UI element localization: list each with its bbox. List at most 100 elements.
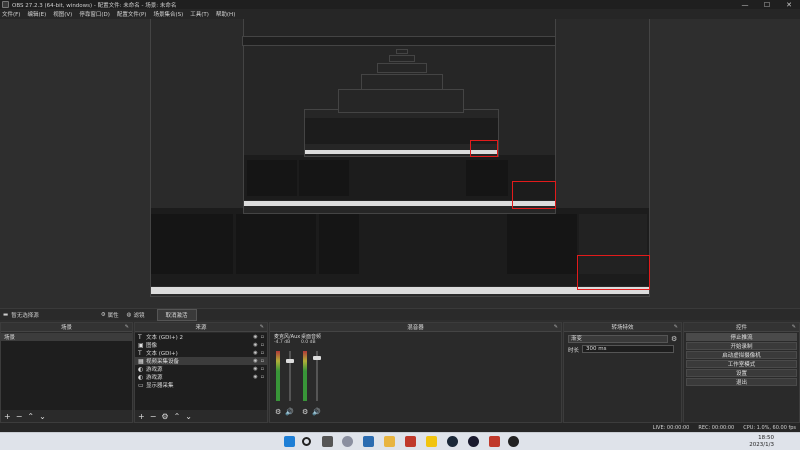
menu-tools[interactable]: 工具(T) bbox=[190, 10, 209, 18]
source-item[interactable]: ◐ 游戏源 ◉ ▫ bbox=[135, 373, 267, 382]
menu-docks[interactable]: 停靠窗口(D) bbox=[79, 10, 110, 18]
dock-float-icon[interactable]: ✎ bbox=[260, 324, 264, 330]
text-icon: T bbox=[138, 333, 142, 341]
remove-icon[interactable]: − bbox=[150, 412, 157, 421]
search-icon[interactable] bbox=[302, 437, 311, 446]
live-status: LIVE: 00:00:00 bbox=[652, 424, 690, 431]
app-icon[interactable] bbox=[342, 436, 353, 447]
lock-icon[interactable]: ▫ bbox=[261, 334, 264, 340]
eye-icon[interactable]: ◉ bbox=[253, 366, 257, 372]
gear-icon[interactable]: ⚙ bbox=[161, 412, 168, 421]
obs-icon[interactable] bbox=[508, 436, 519, 447]
move-down-icon[interactable]: ⌄ bbox=[39, 412, 46, 421]
lock-icon[interactable]: ▫ bbox=[261, 342, 264, 348]
dock-float-icon[interactable]: ✎ bbox=[125, 324, 129, 330]
context-bar: ▬ 暂无选择源 ⚙ 属性 ◍ 滤镜 取消激活 bbox=[0, 308, 800, 321]
source-item[interactable]: ◐ 游戏源 ◉ ▫ bbox=[135, 365, 267, 374]
start-recording-button[interactable]: 开始录制 bbox=[686, 342, 797, 350]
source-item[interactable]: T 文本 (GDI+) 2 ◉ ▫ bbox=[135, 333, 267, 342]
speaker-icon[interactable]: 🔊 bbox=[285, 408, 294, 416]
add-icon[interactable]: + bbox=[138, 412, 145, 421]
menu-view[interactable]: 视图(V) bbox=[53, 10, 72, 18]
transitions-header: 转场特效 ✎ bbox=[564, 323, 681, 332]
fader-knob[interactable] bbox=[313, 355, 321, 360]
status-bar: LIVE: 00:00:00 REC: 00:00:00 CPU: 1.0%, … bbox=[0, 423, 800, 432]
app-icon[interactable] bbox=[426, 436, 437, 447]
dock-float-icon[interactable]: ✎ bbox=[674, 324, 678, 330]
menu-profile[interactable]: 配置文件(P) bbox=[117, 10, 147, 18]
filters-button[interactable]: ◍ 滤镜 bbox=[127, 311, 145, 319]
properties-button[interactable]: ⚙ 属性 bbox=[101, 311, 119, 319]
transitions-dock: 转场特效 ✎ 渐变 ⚙ 时长 300 ms bbox=[563, 322, 682, 423]
scenes-toolbar: + − ⌃ ⌄ bbox=[1, 411, 132, 422]
exit-button[interactable]: 退出 bbox=[686, 378, 797, 386]
eye-icon[interactable]: ◉ bbox=[253, 334, 257, 340]
sources-toolbar: + − ⚙ ⌃ ⌄ bbox=[135, 411, 267, 422]
move-up-icon[interactable]: ⌃ bbox=[27, 412, 34, 421]
mixer-header: 混音器 ✎ bbox=[270, 323, 561, 332]
scene-item[interactable]: 场景 bbox=[1, 333, 132, 341]
app-icon[interactable] bbox=[363, 436, 374, 447]
volume-meter bbox=[276, 351, 280, 401]
source-item[interactable]: ▣ 图像 ◉ ▫ bbox=[135, 341, 267, 350]
transition-select[interactable]: 渐变 bbox=[568, 335, 668, 343]
eye-icon[interactable]: ◉ bbox=[253, 374, 257, 380]
source-item[interactable]: ▦ 视频采集设备 ◉ ▫ bbox=[135, 357, 267, 365]
app-icon[interactable] bbox=[405, 436, 416, 447]
channel-settings-icon[interactable]: ⚙ bbox=[302, 408, 308, 416]
channel-db: -4.7 dB bbox=[274, 340, 291, 345]
system-clock[interactable]: 18:50 2023/1/3 bbox=[749, 435, 774, 449]
stop-streaming-button[interactable]: 停止推流 bbox=[686, 333, 797, 341]
filter-icon: ◍ bbox=[126, 311, 132, 318]
steam-icon[interactable] bbox=[447, 436, 458, 447]
dock-float-icon[interactable]: ✎ bbox=[554, 324, 558, 330]
mixer-channel-desktop: 桌面音频 0.0 dB ⚙ 🔊 bbox=[301, 333, 327, 416]
eye-icon[interactable]: ◉ bbox=[253, 342, 257, 348]
media-icon: ◐ bbox=[138, 373, 144, 381]
channel-settings-icon[interactable]: ⚙ bbox=[275, 408, 281, 416]
app-icon[interactable] bbox=[489, 436, 500, 447]
move-up-icon[interactable]: ⌃ bbox=[174, 412, 181, 421]
lock-icon[interactable]: ▫ bbox=[261, 350, 264, 356]
scenes-dock: 场景 ✎ 场景 + − ⌃ ⌄ bbox=[0, 322, 133, 423]
remove-icon[interactable]: − bbox=[16, 412, 23, 421]
menu-file[interactable]: 文件(F) bbox=[2, 10, 20, 18]
eye-icon[interactable]: ◉ bbox=[253, 350, 257, 356]
rec-status: REC: 00:00:00 bbox=[698, 424, 735, 431]
duration-input[interactable]: 300 ms bbox=[582, 345, 674, 353]
source-item[interactable]: T 文本 (GDI+) ◉ ▫ bbox=[135, 349, 267, 358]
move-down-icon[interactable]: ⌄ bbox=[185, 412, 192, 421]
minimize-button[interactable]: — bbox=[734, 0, 756, 9]
lock-icon[interactable]: ▫ bbox=[261, 358, 264, 364]
gear-icon[interactable]: ⚙ bbox=[671, 335, 677, 343]
menu-help[interactable]: 帮助(H) bbox=[216, 10, 235, 18]
dock-float-icon[interactable]: ✎ bbox=[792, 324, 796, 330]
deactivate-button[interactable]: 取消激活 bbox=[156, 308, 197, 321]
eye-icon[interactable]: ◉ bbox=[253, 358, 257, 364]
sources-header: 来源 ✎ bbox=[135, 323, 267, 332]
speaker-icon[interactable]: 🔊 bbox=[312, 408, 321, 416]
task-view-icon[interactable] bbox=[322, 436, 333, 447]
fader-knob[interactable] bbox=[286, 359, 294, 364]
lock-icon[interactable]: ▫ bbox=[261, 366, 264, 372]
lock-icon[interactable]: ▫ bbox=[261, 374, 264, 380]
start-virtual-camera-button[interactable]: 启动虚拟摄像机 bbox=[686, 351, 797, 359]
controls-dock: 控件 ✎ 停止推流 开始录制 启动虚拟摄像机 工作室模式 设置 退出 bbox=[683, 322, 800, 423]
cpu-status: CPU: 1.0%, 60.00 fps bbox=[743, 424, 796, 431]
start-menu-icon[interactable] bbox=[284, 436, 295, 447]
duration-label: 时长 bbox=[568, 348, 580, 354]
preview-canvas[interactable] bbox=[0, 19, 800, 307]
folder-icon[interactable] bbox=[384, 436, 395, 447]
studio-mode-button[interactable]: 工作室模式 bbox=[686, 360, 797, 368]
menu-bar: 文件(F) 编辑(E) 视图(V) 停靠窗口(D) 配置文件(P) 场景集合(S… bbox=[0, 9, 800, 19]
close-button[interactable]: ✕ bbox=[778, 0, 800, 9]
channel-name: 桌面音频 bbox=[301, 334, 322, 340]
maximize-button[interactable]: ☐ bbox=[756, 0, 778, 9]
menu-edit[interactable]: 编辑(E) bbox=[27, 10, 46, 18]
sources-dock: 来源 ✎ T 文本 (GDI+) 2 ◉ ▫ ▣ 图像 ◉ ▫ T 文本 (GDI+… bbox=[134, 322, 268, 423]
add-icon[interactable]: + bbox=[4, 412, 11, 421]
menu-scene-collection[interactable]: 场景集合(S) bbox=[153, 10, 183, 18]
app-icon[interactable] bbox=[468, 436, 479, 447]
settings-button[interactable]: 设置 bbox=[686, 369, 797, 377]
source-item[interactable]: ▭ 显示器采集 bbox=[135, 381, 267, 390]
